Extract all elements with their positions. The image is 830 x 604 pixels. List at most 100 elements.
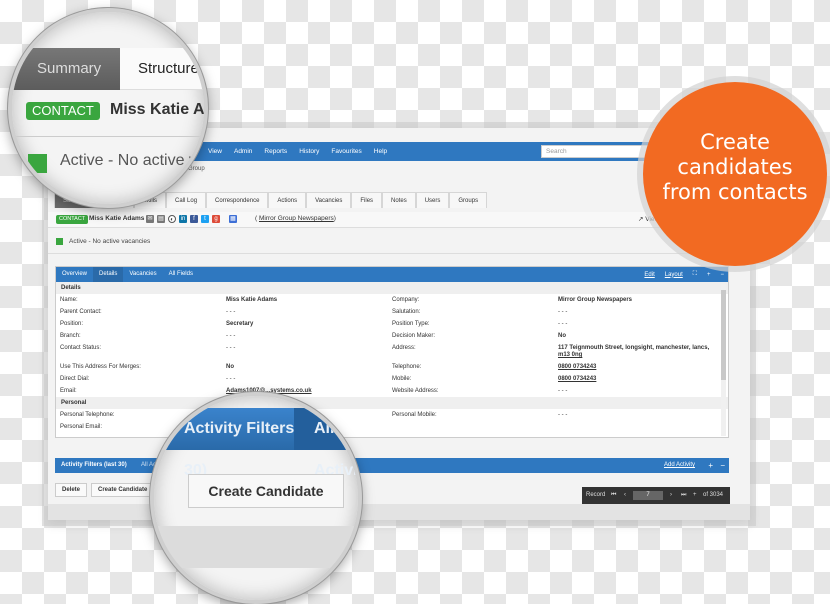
- edit-link[interactable]: Edit: [644, 272, 654, 278]
- paren-close: ): [333, 215, 336, 222]
- field-label: Company:: [392, 297, 420, 303]
- googleplus-icon[interactable]: g: [212, 215, 220, 223]
- status-row: Active - No active vacancies: [48, 230, 750, 254]
- menu-view[interactable]: View: [208, 142, 222, 161]
- delete-button[interactable]: Delete: [55, 483, 88, 497]
- magnifier-bottom: Activity Filters (last 30) All Activity …: [150, 392, 362, 604]
- mag-tab-structure: Structure: [138, 60, 199, 77]
- field-label: Personal Email:: [60, 424, 103, 430]
- field-label: Decision Maker:: [392, 333, 436, 339]
- scrollbar-thumb[interactable]: [721, 290, 726, 380]
- field-row: Branch: - - - Decision Maker: No: [56, 330, 728, 342]
- tab-correspondence[interactable]: Correspondence: [206, 192, 269, 208]
- mag-all-activity: All Activity: [294, 408, 358, 479]
- tab-files[interactable]: Files: [351, 192, 383, 208]
- panel-tab-all-fields[interactable]: All Fields: [163, 267, 199, 282]
- field-label: Email:: [60, 388, 77, 394]
- first-record-icon[interactable]: ⏮: [611, 487, 616, 504]
- mag-tabs: Summary Structure: [12, 48, 204, 90]
- plus-icon[interactable]: +: [708, 458, 713, 473]
- create-candidate-button[interactable]: Create Candidate: [91, 483, 155, 497]
- callout-line-2: candidates: [677, 155, 793, 179]
- address-postcode[interactable]: m13 0ng: [558, 352, 582, 358]
- layout-link[interactable]: Layout: [665, 272, 683, 278]
- company-link[interactable]: ( Mirror Group Newspapers): [255, 215, 336, 222]
- divider: [12, 136, 204, 137]
- web-icon[interactable]: ◐: [168, 215, 176, 223]
- add-record-icon[interactable]: +: [693, 487, 697, 504]
- plus-icon[interactable]: +: [707, 272, 711, 278]
- field-row: Position: Secretary Position Type: - - -: [56, 318, 728, 330]
- field-value: - - -: [558, 388, 568, 394]
- paren-open: (: [255, 215, 258, 222]
- mag-status-indicator: [28, 154, 47, 173]
- mobile-link[interactable]: 0800 0734243: [558, 376, 596, 382]
- menu-reports[interactable]: Reports: [264, 142, 287, 161]
- menu-history[interactable]: History: [299, 142, 319, 161]
- tab-users[interactable]: Users: [415, 192, 450, 208]
- email-icon[interactable]: ✉: [146, 215, 154, 223]
- prev-record-icon[interactable]: ‹: [624, 487, 626, 504]
- minus-icon[interactable]: −: [720, 272, 724, 278]
- promo-callout: Create candidates from contacts: [643, 82, 827, 266]
- status-text: Active - No active vacancies: [69, 238, 151, 245]
- mag-tab-summary: Summary: [12, 48, 120, 90]
- facebook-icon[interactable]: f: [190, 215, 198, 223]
- field-label: Address:: [392, 345, 416, 351]
- twitter-icon[interactable]: t: [201, 215, 209, 223]
- field-value: - - -: [558, 309, 568, 315]
- expand-icon[interactable]: ⛶: [693, 271, 697, 278]
- record-total: of 3034: [703, 492, 724, 498]
- record-label: Record: [586, 492, 606, 498]
- field-value: No: [226, 364, 234, 370]
- callout-line-3: from contacts: [662, 180, 808, 204]
- field-label: Position Type:: [392, 321, 430, 327]
- next-record-icon[interactable]: ›: [670, 487, 672, 504]
- panel-tab-vacancies[interactable]: Vacancies: [123, 267, 162, 282]
- contact-header: CONTACT Miss Katie Adams ✉ ▤ ◐ in f t g …: [48, 212, 750, 228]
- field-label: Contact Status:: [60, 345, 102, 351]
- mag-status-text: Active - No active vacancies: [60, 152, 206, 169]
- company-name[interactable]: Mirror Group Newspapers: [259, 215, 334, 222]
- field-label: Use This Address For Merges:: [60, 364, 141, 370]
- details-rows: Name: Miss Katie Adams Company: Mirror Grou…: [56, 294, 728, 397]
- record-page-input[interactable]: 7: [633, 491, 663, 500]
- field-row: Parent Contact: - - - Salutation: - - -: [56, 306, 728, 318]
- telephone-link[interactable]: 0800 0734243: [558, 364, 596, 370]
- field-label: Parent Contact:: [60, 309, 102, 315]
- mag-footer-strip: [154, 526, 358, 568]
- activity-filters-tab[interactable]: Activity Filters (last 30): [61, 458, 127, 473]
- field-label: Mobile:: [392, 376, 412, 382]
- main-menu: View Admin Reports History Favourites He…: [208, 142, 399, 161]
- last-record-icon[interactable]: ⏭: [681, 487, 686, 504]
- contact-icons: ✉ ▤ ◐ in f t g ▦: [146, 215, 237, 223]
- panel-tab-overview[interactable]: Overview: [56, 267, 93, 282]
- tab-call-log[interactable]: Call Log: [166, 192, 207, 208]
- magnifier-top: Summary Structure CONTACT Miss Katie Ada…: [8, 8, 208, 208]
- message-icon[interactable]: ▤: [157, 215, 165, 223]
- field-label: Personal Telephone:: [60, 412, 115, 418]
- field-value: - - -: [226, 333, 236, 339]
- address-line1: 117 Teignmouth Street, longsight, manche…: [558, 345, 710, 351]
- mag-create-candidate-button: Create Candidate: [188, 474, 344, 508]
- field-label: Website Address:: [392, 388, 439, 394]
- status-indicator: [56, 238, 63, 245]
- minus-icon[interactable]: −: [720, 458, 725, 473]
- section-details: Details: [56, 282, 728, 294]
- menu-help[interactable]: Help: [374, 142, 387, 161]
- menu-favourites[interactable]: Favourites: [331, 142, 361, 161]
- field-value: No: [558, 333, 566, 339]
- tab-actions[interactable]: Actions: [268, 192, 307, 208]
- field-value: Mirror Group Newspapers: [558, 297, 633, 303]
- add-activity-link[interactable]: Add Activity: [664, 458, 695, 473]
- panel-tab-details[interactable]: Details: [93, 267, 124, 282]
- menu-admin[interactable]: Admin: [234, 142, 252, 161]
- tab-vacancies[interactable]: Vacancies: [306, 192, 352, 208]
- tab-notes[interactable]: Notes: [382, 192, 416, 208]
- field-label: Telephone:: [392, 364, 422, 370]
- field-label: Branch:: [60, 333, 81, 339]
- linkedin-icon[interactable]: in: [179, 215, 187, 223]
- field-value: - - -: [558, 412, 568, 418]
- panel-scrollbar[interactable]: [721, 284, 726, 436]
- tab-groups[interactable]: Groups: [449, 192, 488, 208]
